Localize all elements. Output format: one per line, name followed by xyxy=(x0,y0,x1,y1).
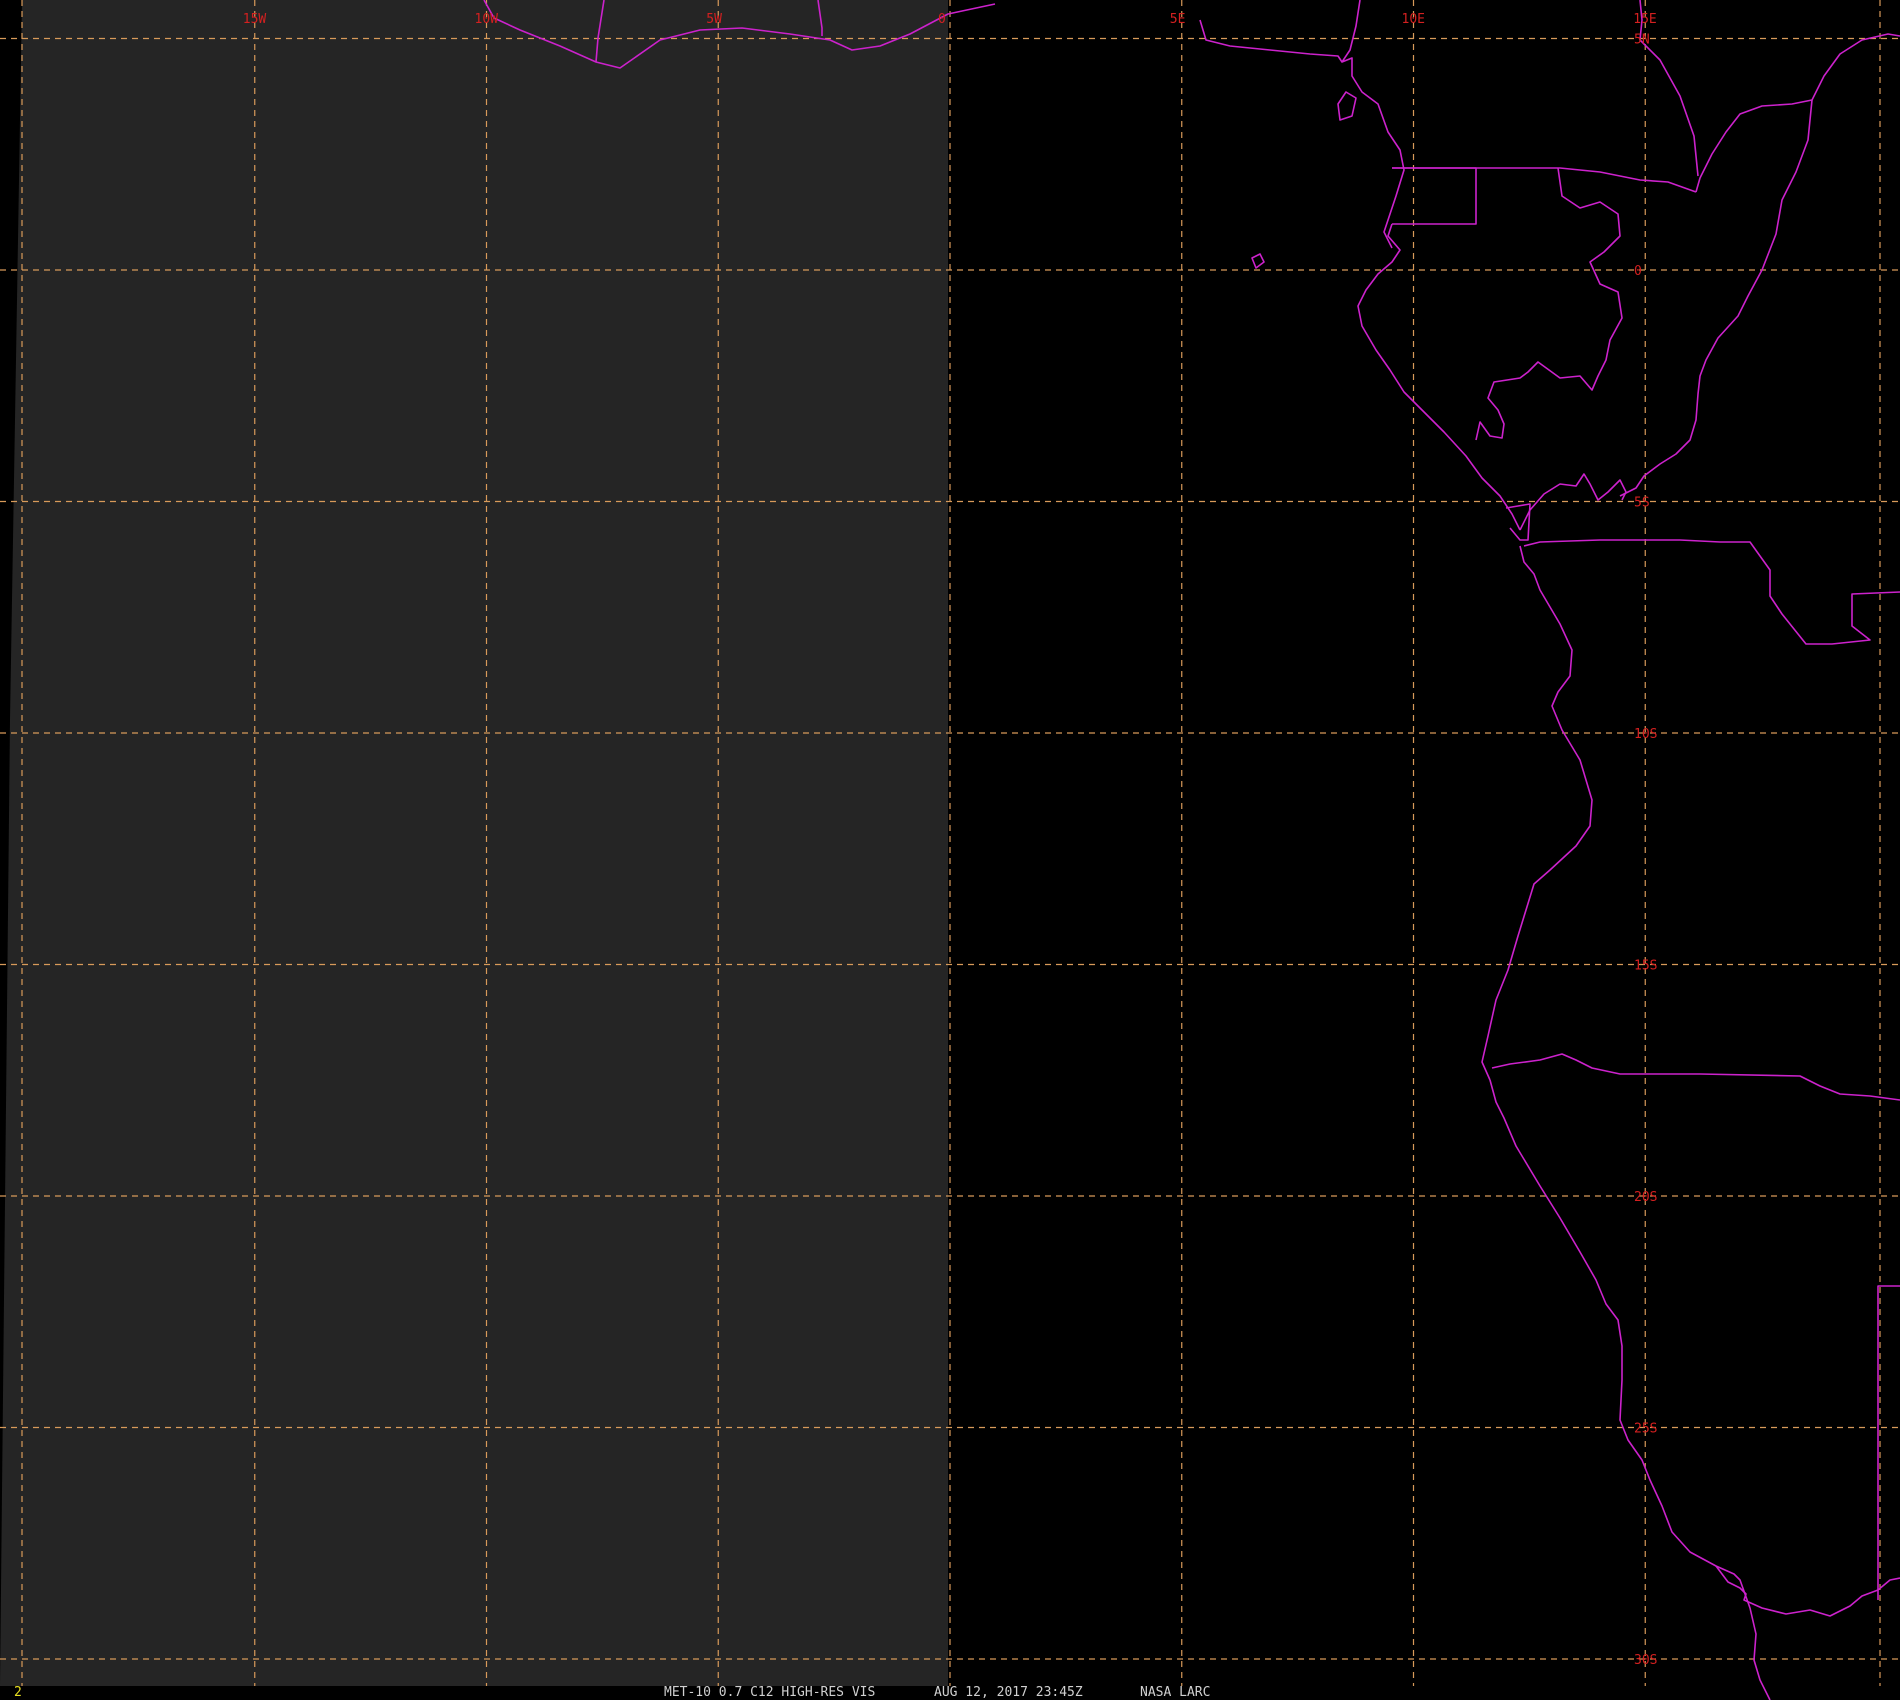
latitude-label: 5S xyxy=(1634,496,1650,511)
latitude-label: 30S xyxy=(1634,1653,1657,1668)
latitude-label: 5N xyxy=(1634,33,1650,48)
dim-region xyxy=(0,0,948,1686)
longitude-label: 10E xyxy=(1402,12,1425,27)
satellite-map: 15W 10W 5W 0 5E 10E 15E5N05S10S15S20S25S30S 2 … xyxy=(0,0,1900,1700)
latitude-label: 20S xyxy=(1634,1190,1657,1205)
longitude-label: 15E xyxy=(1633,12,1656,27)
caption-product: MET-10 0.7 C12 HIGH-RES VIS xyxy=(664,1685,875,1700)
latitude-label: 25S xyxy=(1634,1422,1657,1437)
latitude-label: 10S xyxy=(1634,727,1657,742)
longitude-label: 5E xyxy=(1170,12,1186,27)
longitude-label: 10W xyxy=(475,12,499,27)
longitude-label: 15W xyxy=(243,12,267,27)
latitude-label: 15S xyxy=(1634,959,1657,974)
caption-datetime: AUG 12, 2017 23:45Z xyxy=(934,1685,1083,1700)
caption-source: NASA LARC xyxy=(1140,1685,1210,1700)
longitude-label: 5W xyxy=(706,12,722,27)
longitude-label: 0 xyxy=(938,12,946,27)
latitude-label: 0 xyxy=(1634,264,1642,279)
frame-number: 2 xyxy=(14,1685,22,1700)
